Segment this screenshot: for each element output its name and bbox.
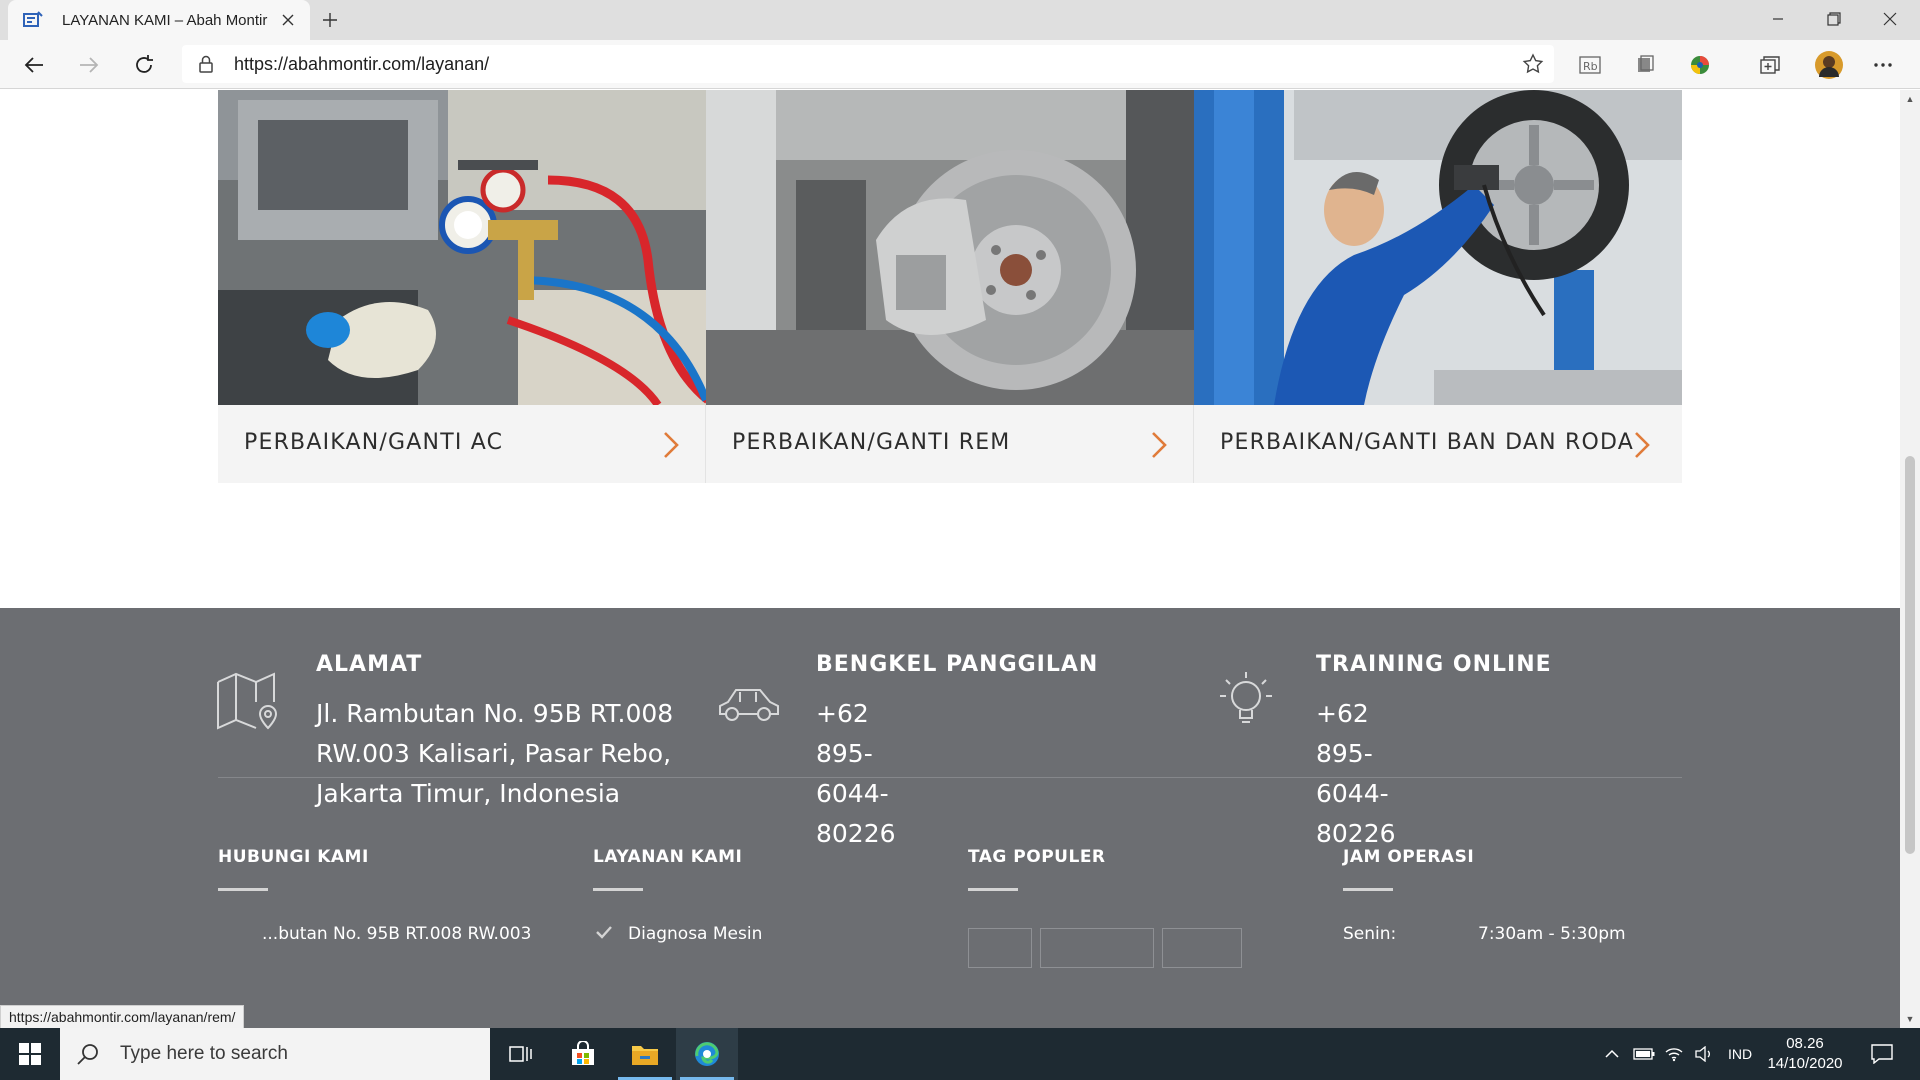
- address-heading: ALAMAT: [316, 652, 423, 677]
- service-title-rem[interactable]: PERBAIKAN/GANTI REM: [732, 430, 1011, 455]
- chevron-right-icon[interactable]: [659, 430, 683, 460]
- volume-icon[interactable]: [1690, 1028, 1718, 1080]
- page-scrollbar[interactable]: ▲ ▼: [1900, 90, 1920, 1028]
- reader-extension-icon[interactable]: Rb: [1575, 50, 1605, 80]
- service-card-rem[interactable]: PERBAIKAN/GANTI REM: [706, 90, 1194, 483]
- favorite-star-icon[interactable]: [1522, 53, 1544, 80]
- restore-button[interactable]: [1806, 0, 1862, 38]
- footer: ALAMAT Jl. Rambutan No. 95B RT.008 RW.00…: [0, 608, 1900, 1028]
- chevron-up-icon[interactable]: [1600, 1028, 1624, 1080]
- service-card-ban-roda[interactable]: PERBAIKAN/GANTI BAN DAN RODA: [1194, 90, 1682, 483]
- site-favicon-icon: [22, 10, 44, 30]
- search-placeholder: Type here to search: [120, 1043, 288, 1064]
- service-title-ban-roda[interactable]: PERBAIKAN/GANTI BAN DAN RODA: [1220, 430, 1634, 455]
- wifi-icon[interactable]: [1660, 1028, 1688, 1080]
- scroll-down-arrow-icon[interactable]: ▼: [1905, 1014, 1915, 1024]
- tag-chip[interactable]: [1162, 928, 1242, 968]
- windows-taskbar: Type here to search IND 08.26 14/10/2020: [0, 1028, 1920, 1080]
- lightbulb-icon: [1216, 670, 1282, 736]
- extension-icon[interactable]: [1630, 50, 1660, 80]
- microsoft-store-icon[interactable]: [552, 1028, 614, 1080]
- services-heading: LAYANAN KAMI: [593, 847, 743, 867]
- hours-time: 7:30am - 5:30pm: [1478, 924, 1626, 944]
- address-bar[interactable]: https://abahmontir.com/layanan/: [182, 45, 1554, 83]
- brake-service-photo[interactable]: [706, 90, 1194, 405]
- heading-underline: [593, 888, 643, 891]
- clock-time: 08.26: [1786, 1035, 1824, 1052]
- language-indicator[interactable]: IND: [1722, 1028, 1758, 1080]
- tab-close-icon[interactable]: [276, 8, 300, 32]
- browser-tab-active[interactable]: LAYANAN KAMI – Abah Montir: [8, 0, 310, 40]
- system-clock[interactable]: 08.26 14/10/2020: [1760, 1034, 1850, 1074]
- url-text: https://abahmontir.com/layanan/: [234, 54, 490, 74]
- tag-chip[interactable]: [968, 928, 1032, 968]
- hours-heading: JAM OPERASI: [1343, 847, 1475, 867]
- contact-first-line: ...butan No. 95B RT.008 RW.003: [262, 924, 532, 944]
- scrollbar-thumb[interactable]: [1905, 456, 1915, 854]
- battery-icon[interactable]: [1630, 1028, 1658, 1080]
- chevron-right-icon[interactable]: [1630, 430, 1654, 460]
- services-first-item[interactable]: Diagnosa Mesin: [628, 924, 762, 944]
- lock-icon[interactable]: [198, 55, 214, 78]
- tags-heading: TAG POPULER: [968, 847, 1106, 867]
- scroll-up-arrow-icon[interactable]: ▲: [1905, 94, 1915, 104]
- minimize-button[interactable]: [1750, 0, 1806, 38]
- service-cards: PERBAIKAN/GANTI AC PERBAIKAN/GANTI REM P…: [218, 90, 1682, 483]
- training-phone[interactable]: +62 895-6044-80226: [1316, 694, 1396, 854]
- profile-avatar[interactable]: [1812, 48, 1846, 82]
- tag-chip[interactable]: [1040, 928, 1154, 968]
- forward-button[interactable]: [71, 47, 107, 83]
- svg-text:Rb: Rb: [1583, 60, 1598, 73]
- tab-title: LAYANAN KAMI – Abah Montir: [62, 11, 268, 29]
- link-status-url: https://abahmontir.com/layanan/rem/: [0, 1005, 245, 1029]
- address-text: Jl. Rambutan No. 95B RT.008 RW.003 Kalis…: [316, 694, 716, 814]
- check-icon: [596, 924, 612, 944]
- file-explorer-icon[interactable]: [614, 1028, 676, 1080]
- search-icon: [76, 1042, 100, 1066]
- notification-icon[interactable]: [1864, 1028, 1900, 1080]
- new-tab-button[interactable]: [316, 6, 344, 34]
- ac-service-photo[interactable]: [218, 90, 706, 405]
- page-viewport: PERBAIKAN/GANTI AC PERBAIKAN/GANTI REM P…: [0, 90, 1900, 1028]
- tire-service-photo[interactable]: [1194, 90, 1682, 405]
- address-line: Jl. Rambutan No. 95B RT.008: [316, 699, 674, 728]
- back-button[interactable]: [16, 47, 52, 83]
- colorful-extension-icon[interactable]: [1685, 50, 1715, 80]
- close-window-button[interactable]: [1862, 0, 1918, 38]
- address-line: Jakarta Timur, Indonesia: [316, 779, 621, 808]
- task-view-icon[interactable]: [490, 1028, 552, 1080]
- contact-heading: HUBUNGI KAMI: [218, 847, 369, 867]
- refresh-button[interactable]: [126, 47, 162, 83]
- heading-underline: [1343, 888, 1393, 891]
- map-pin-icon: [216, 670, 282, 736]
- taskbar-search-box[interactable]: Type here to search: [60, 1028, 490, 1080]
- training-heading: TRAINING ONLINE: [1316, 652, 1552, 677]
- footer-divider: [218, 777, 1682, 778]
- browser-tabbar: LAYANAN KAMI – Abah Montir: [0, 0, 1920, 40]
- address-line: RW.003 Kalisari, Pasar Rebo,: [316, 739, 672, 768]
- hours-day: Senin:: [1343, 924, 1397, 944]
- chevron-right-icon[interactable]: [1147, 430, 1171, 460]
- car-icon: [716, 670, 782, 736]
- browser-toolbar: https://abahmontir.com/layanan/ Rb: [0, 40, 1920, 89]
- heading-underline: [218, 888, 268, 891]
- mobile-workshop-heading: BENGKEL PANGGILAN: [816, 652, 1099, 677]
- mobile-workshop-phone[interactable]: +62 895-6044-80226: [816, 694, 896, 854]
- service-card-ac[interactable]: PERBAIKAN/GANTI AC: [218, 90, 706, 483]
- clock-date: 14/10/2020: [1767, 1055, 1843, 1072]
- start-button[interactable]: [0, 1028, 60, 1080]
- service-title-ac[interactable]: PERBAIKAN/GANTI AC: [244, 430, 503, 455]
- more-options-icon[interactable]: [1868, 50, 1898, 80]
- edge-browser-icon[interactable]: [676, 1028, 738, 1080]
- heading-underline: [968, 888, 1018, 891]
- collections-icon[interactable]: [1755, 50, 1785, 80]
